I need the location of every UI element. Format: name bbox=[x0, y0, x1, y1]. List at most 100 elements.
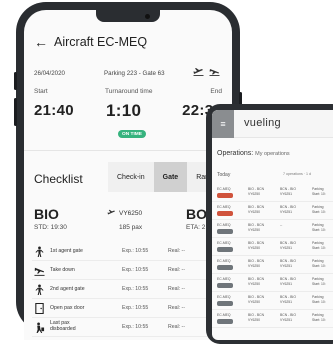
route-text: BCN - BIO bbox=[280, 205, 297, 209]
route-in: BCN - BIO VY6251 bbox=[280, 187, 296, 196]
table-row[interactable]: EC-MEQ BIO - BCN VY6250 BCN - BIO VY6251 P… bbox=[212, 184, 333, 202]
task-name: 1st agent gate bbox=[50, 248, 83, 254]
parking-info: Parking Start: 10: bbox=[312, 241, 326, 250]
operations-title: Operations: My operations bbox=[217, 150, 290, 157]
parking-text: Parking bbox=[312, 277, 324, 281]
operations-label: Operations: bbox=[217, 150, 254, 157]
route-out: BIO - BCN VY6250 bbox=[248, 223, 264, 232]
route-out: BIO - BCN VY6250 bbox=[248, 205, 264, 214]
route-text: -- bbox=[280, 223, 283, 227]
route-text: BIO - BCN bbox=[248, 295, 265, 299]
start-text: Start: 10: bbox=[312, 227, 326, 232]
brand-logo: vueling bbox=[244, 117, 281, 129]
start-text: Start: 10: bbox=[312, 299, 326, 304]
status-badge bbox=[217, 283, 233, 288]
list-item[interactable]: 2nd agent gate Exp.: 10:55 Real: -- ON T… bbox=[32, 280, 232, 299]
operations-list: EC-MEQ BIO - BCN VY6250 BCN - BIO VY6251 P… bbox=[212, 184, 333, 328]
parking-text: Parking bbox=[312, 313, 324, 317]
status-badge bbox=[217, 229, 233, 234]
table-row[interactable]: EC-MEQ BIO - BCN VY6250 BCN - BIO VY6251 P… bbox=[212, 256, 333, 274]
start-label: Start bbox=[34, 88, 48, 95]
start-text: Start: 10: bbox=[312, 263, 326, 268]
task-real: Real: -- bbox=[168, 248, 186, 254]
parking-gate-label: Parking 223 - Gate 63 bbox=[104, 70, 165, 77]
table-row[interactable]: EC-MEQ BIO - BCN VY6250 -- Parking Start: … bbox=[212, 220, 333, 238]
person-icon bbox=[35, 284, 44, 295]
tablet-device: ≡ vueling Operations: My operations Toda… bbox=[206, 104, 333, 344]
task-name: 2nd agent gate bbox=[50, 286, 85, 292]
operations-count: 7 operations · 1 d bbox=[283, 172, 311, 176]
end-label: End bbox=[210, 88, 222, 95]
table-row[interactable]: EC-MEQ BIO - BCN VY6250 BCN - BIO VY6251 P… bbox=[212, 292, 333, 310]
route-text: BCN - BIO bbox=[280, 187, 297, 191]
app-header: ← Aircraft EC-MEQ bbox=[24, 28, 232, 56]
volume-button bbox=[14, 98, 17, 126]
back-arrow-icon[interactable]: ← bbox=[34, 35, 48, 49]
task-list: 1st agent gate Exp.: 10:55 Real: -- ON T… bbox=[32, 242, 232, 337]
list-item[interactable]: 1st agent gate Exp.: 10:55 Real: -- ON T… bbox=[32, 242, 232, 261]
top-bar: ≡ vueling bbox=[212, 110, 333, 138]
phone-screen: ← Aircraft EC-MEQ 26/04/2020 Parking 223… bbox=[24, 10, 232, 340]
parking-info: Parking Start: 10: bbox=[312, 259, 326, 268]
table-row[interactable]: EC-MEQ BIO - BCN VY6250 BCN - BIO VY6251 P… bbox=[212, 202, 333, 220]
origin-code: BIO bbox=[34, 206, 59, 222]
plane-id: EC-MEQ bbox=[217, 205, 231, 209]
parking-info: Parking Start: 10: bbox=[312, 223, 326, 232]
plane-icons bbox=[193, 67, 220, 76]
list-item[interactable]: Take down Exp.: 10:55 Real: -- ON TIME bbox=[32, 261, 232, 280]
person-icon bbox=[35, 246, 44, 257]
table-row[interactable]: EC-MEQ BIO - BCN VY6250 BCN - BIO VY6251 P… bbox=[212, 238, 333, 256]
route-text: BCN - BIO bbox=[280, 295, 297, 299]
plane-id: EC-MEQ bbox=[217, 241, 231, 245]
task-name: Last pax disboarded bbox=[50, 320, 76, 332]
task-expected: Exp.: 10:55 bbox=[122, 305, 149, 311]
plane-id: EC-MEQ bbox=[217, 259, 231, 263]
camera-icon bbox=[145, 14, 150, 19]
today-label: Today bbox=[217, 172, 231, 178]
flight-text: VY6250 bbox=[248, 317, 261, 322]
route-text: BIO - BCN bbox=[248, 205, 265, 209]
volume-button bbox=[14, 72, 17, 90]
parking-info: Parking Start: 10: bbox=[312, 313, 326, 322]
plane-id: EC-MEQ bbox=[217, 223, 231, 227]
route-text: BCN - BIO bbox=[280, 277, 297, 281]
route-out: BIO - BCN VY6250 bbox=[248, 295, 264, 304]
table-row[interactable]: EC-MEQ BIO - BCN VY6250 BCN - BIO VY6251 P… bbox=[212, 274, 333, 292]
flight-text: VY6251 bbox=[280, 281, 293, 286]
menu-icon[interactable]: ≡ bbox=[212, 110, 234, 138]
plane-id: EC-MEQ bbox=[217, 295, 231, 299]
task-expected: Exp.: 10:55 bbox=[122, 248, 149, 254]
start-text: Start: 10: bbox=[312, 317, 326, 322]
start-text: Start: 10: bbox=[312, 281, 326, 286]
parking-text: Parking bbox=[312, 223, 324, 227]
flight-text: VY6250 bbox=[248, 227, 261, 232]
operations-filter[interactable]: My operations bbox=[255, 151, 290, 157]
route-text: BIO - BCN bbox=[248, 187, 265, 191]
flight-number: VY6250 bbox=[107, 209, 142, 217]
route-text: BIO - BCN bbox=[248, 241, 265, 245]
table-row[interactable]: EC-MEQ BIO - BCN VY6250 BCN - BIO VY6251 P… bbox=[212, 310, 333, 328]
start-time: 21:40 bbox=[34, 102, 74, 119]
route-text: BCN - BIO bbox=[280, 313, 297, 317]
status-badge bbox=[217, 211, 233, 216]
flight-text: VY6251 bbox=[280, 299, 293, 304]
route-text: BIO - BCN bbox=[248, 313, 265, 317]
route-in: BCN - BIO VY6251 bbox=[280, 259, 296, 268]
list-item[interactable]: Open pax door Exp.: 10:55 Real: -- DELAY… bbox=[32, 299, 232, 318]
phone-notch bbox=[96, 10, 160, 22]
task-real: Real: -- bbox=[168, 267, 186, 273]
tab-check-in[interactable]: Check-in bbox=[108, 162, 154, 192]
today-header: Today 7 operations · 1 d bbox=[217, 172, 333, 178]
flight-text: VY6250 bbox=[248, 299, 261, 304]
tab-gate[interactable]: Gate bbox=[153, 162, 188, 192]
route-text: BIO - BCN bbox=[248, 223, 265, 227]
parking-text: Parking bbox=[312, 295, 324, 299]
task-real: Real: -- bbox=[168, 286, 186, 292]
status-badge: ON TIME bbox=[118, 130, 146, 138]
parking-info: Parking Start: 10: bbox=[312, 295, 326, 304]
parking-info: Parking Start: 10: bbox=[312, 205, 326, 214]
parking-info: Parking Start: 10: bbox=[312, 187, 326, 196]
flight-text: VY6251 bbox=[280, 263, 293, 268]
task-name: Open pax door bbox=[50, 305, 85, 311]
flight-text: VY6251 bbox=[280, 191, 293, 196]
